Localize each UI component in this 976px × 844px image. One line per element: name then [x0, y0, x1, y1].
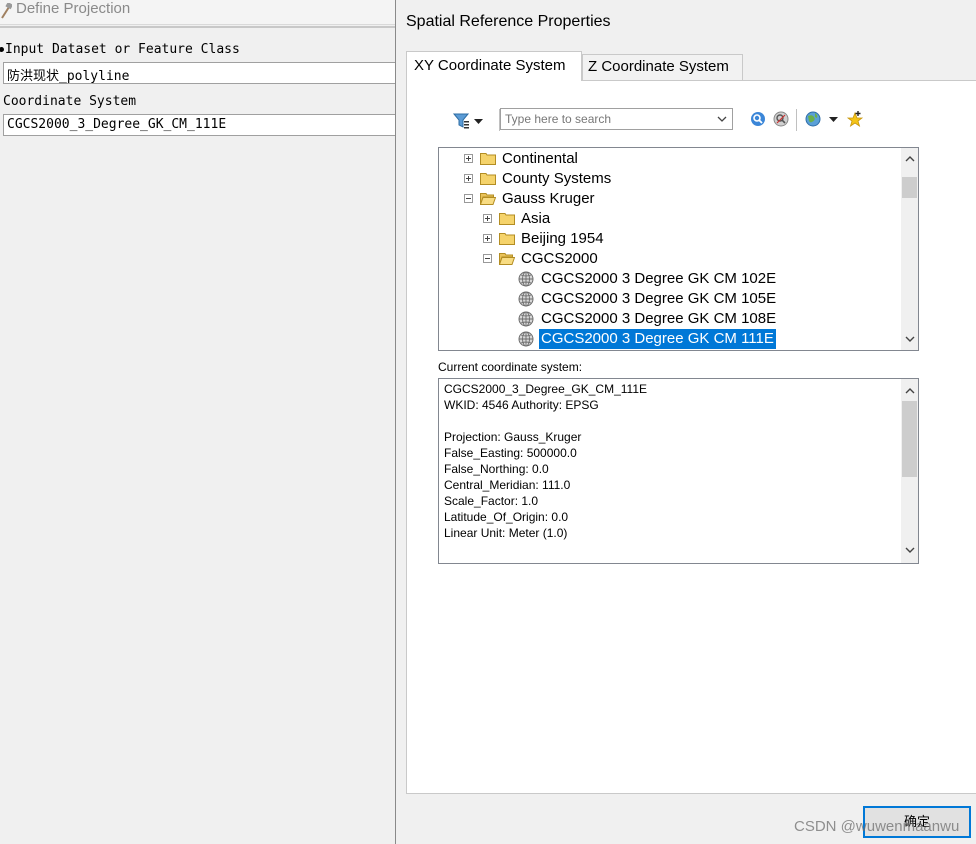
folder-icon: [499, 213, 515, 225]
tab-xy-coordinate-system[interactable]: XY Coordinate System: [406, 51, 582, 81]
input-dataset-field[interactable]: 防洪现状_polyline: [3, 62, 396, 84]
collapse-icon[interactable]: [464, 194, 473, 203]
current-coordinate-system-label: Current coordinate system:: [438, 360, 583, 374]
details-scrollbar[interactable]: [901, 379, 918, 563]
spatial-reference-title: Spatial Reference Properties: [406, 13, 611, 30]
expand-icon[interactable]: [464, 174, 473, 183]
tree-scrollbar[interactable]: [901, 148, 918, 350]
clear-search-button[interactable]: [773, 111, 789, 127]
projected-cs-globe-icon: [518, 291, 534, 307]
required-bullet-icon: [0, 47, 4, 52]
search-input[interactable]: Type here to search: [500, 108, 733, 130]
search-icon: [751, 112, 765, 126]
projected-cs-globe-icon: [518, 271, 534, 287]
scroll-up-icon[interactable]: [905, 154, 915, 164]
watermark: CSDN @wuwenmaanwu: [794, 818, 960, 835]
current-coordinate-system-details[interactable]: CGCS2000_3_Degree_GK_CM_111E WKID: 4546 …: [438, 378, 919, 564]
chevron-down-icon: [829, 117, 838, 122]
projected-cs-globe-icon: [518, 331, 534, 347]
detail-line: WKID: 4546 Authority: EPSG: [444, 398, 599, 412]
filter-dropdown-button[interactable]: [452, 111, 492, 131]
clear-search-icon: [773, 111, 789, 127]
folder-open-icon: [480, 193, 496, 205]
tab-z-coordinate-system[interactable]: Z Coordinate System: [582, 54, 743, 80]
search-button[interactable]: [750, 111, 766, 127]
folder-open-icon: [499, 253, 515, 265]
hammer-icon: [1, 3, 12, 19]
detail-line: Projection: Gauss_Kruger: [444, 430, 582, 444]
projected-cs-globe-icon: [518, 311, 534, 327]
star-add-icon: [846, 111, 864, 127]
expand-icon[interactable]: [483, 234, 492, 243]
detail-line: Scale_Factor: 1.0: [444, 494, 539, 508]
filter-icon: [452, 113, 470, 129]
divider: [0, 26, 396, 28]
chevron-down-icon[interactable]: [716, 113, 728, 125]
detail-line: Central_Meridian: 111.0: [444, 478, 571, 492]
toolbar-separator: [796, 109, 797, 131]
scroll-up-icon[interactable]: [905, 386, 915, 396]
xy-tab-panel: Type here to search Continental County S…: [406, 80, 976, 794]
folder-icon: [499, 233, 515, 245]
detail-line: Linear Unit: Meter (1.0): [444, 526, 568, 540]
scroll-down-icon[interactable]: [905, 334, 915, 344]
globe-dropdown-button[interactable]: [805, 110, 839, 128]
globe-icon: [805, 111, 821, 127]
coordinate-system-field[interactable]: CGCS2000_3_Degree_GK_CM_111E: [3, 114, 396, 136]
collapse-icon[interactable]: [483, 254, 492, 263]
detail-line: CGCS2000_3_Degree_GK_CM_111E: [444, 382, 648, 396]
folder-icon: [480, 173, 496, 185]
coordinate-system-tree[interactable]: Continental County Systems Gauss Kruger …: [438, 147, 919, 351]
tree-scroll-thumb[interactable]: [902, 177, 917, 198]
detail-line: False_Easting: 500000.0: [444, 446, 577, 460]
spatial-reference-dialog: Spatial Reference Properties XY Coordina…: [395, 0, 976, 844]
details-scroll-thumb[interactable]: [902, 401, 917, 477]
coordinate-system-label: Coordinate System: [3, 94, 137, 109]
expand-icon[interactable]: [483, 214, 492, 223]
define-projection-dialog: Define Projection Input Dataset or Featu…: [0, 0, 396, 844]
detail-line: Latitude_Of_Origin: 0.0: [444, 510, 569, 524]
input-dataset-label: Input Dataset or Feature Class: [0, 42, 240, 57]
define-projection-title: Define Projection: [16, 0, 131, 17]
detail-line: False_Northing: 0.0: [444, 462, 549, 476]
chevron-down-icon: [474, 119, 483, 124]
folder-icon: [480, 153, 496, 165]
scroll-down-icon[interactable]: [905, 545, 915, 555]
define-projection-titlebar: Define Projection: [0, 0, 396, 25]
expand-icon[interactable]: [464, 154, 473, 163]
add-to-favorites-button[interactable]: [846, 110, 864, 128]
